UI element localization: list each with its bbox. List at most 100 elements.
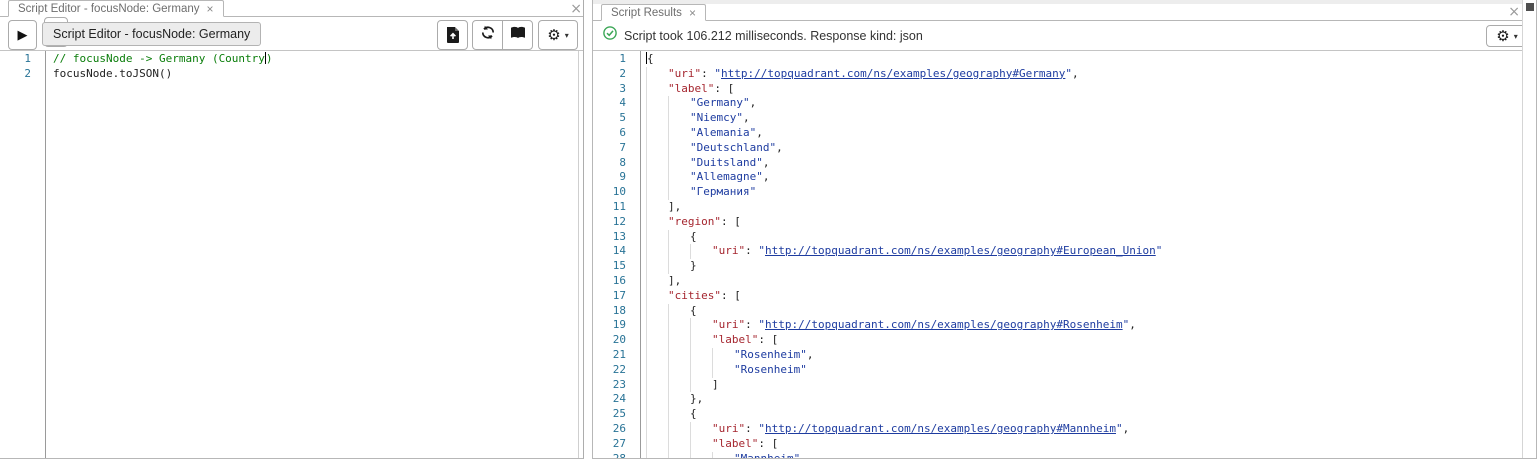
code-token: : [ <box>720 214 741 228</box>
code-line-content: "Германия" <box>641 185 1522 200</box>
line-number: 14 <box>612 244 626 258</box>
code-token: "Alemania" <box>690 125 757 139</box>
code-token: " <box>714 66 721 80</box>
code-line-content: "Allemagne", <box>641 170 1522 186</box>
code-line[interactable]: 19 "uri": "http://topquadrant.com/ns/exam… <box>593 318 1522 334</box>
code-line[interactable]: 16], <box>593 273 1522 289</box>
code-line-content: "uri": "http://topquadrant.com/ns/exampl… <box>641 318 1522 334</box>
indent-guides <box>646 333 712 348</box>
line-number: 24 <box>612 392 626 406</box>
code-token: "Rosenheim" <box>734 347 807 361</box>
code-line[interactable]: 1 // focusNode -> Germany (Country) <box>0 52 578 67</box>
line-number: 9 <box>619 170 626 184</box>
code-line[interactable]: 23] <box>593 377 1522 393</box>
line-number: 4 <box>619 96 626 110</box>
code-token: "label" <box>712 333 759 347</box>
check-circle-icon <box>603 26 617 45</box>
editor-scrollbar-track[interactable] <box>578 51 583 458</box>
code-line[interactable]: 12 "region": [ <box>593 214 1522 230</box>
chevron-down-icon: ▾ <box>1513 31 1518 41</box>
code-line[interactable]: 15} <box>593 259 1522 274</box>
code-line[interactable]: 3 "label": [ <box>593 81 1522 97</box>
code-line[interactable]: 9 "Allemagne", <box>593 170 1522 186</box>
code-line[interactable]: 2 focusNode.toJSON() <box>0 67 578 82</box>
run-script-button[interactable]: ▶ <box>8 20 37 50</box>
tab-script-editor[interactable]: Script Editor - focusNode: Germany × <box>8 0 224 17</box>
indent-guides <box>646 392 690 408</box>
indent-guides <box>646 214 668 230</box>
settings-dropdown-button[interactable]: ⚙ ▾ <box>538 20 578 50</box>
json-results-viewer[interactable]: 1{2 "uri": "http://topquadrant.com/ns/exa… <box>593 51 1522 458</box>
indent-guides <box>646 81 668 97</box>
code-token: // focusNode -> Germany (Country <box>53 52 265 65</box>
code-line[interactable]: 4 "Germany", <box>593 96 1522 112</box>
line-number: 7 <box>619 140 626 154</box>
code-line[interactable]: 17 "cities": [ <box>593 288 1522 304</box>
code-token: , <box>1129 318 1136 332</box>
indent-guides <box>646 140 690 156</box>
code-line[interactable]: 1{ <box>593 52 1522 67</box>
code-line[interactable]: 22 "Rosenheim" <box>593 362 1522 378</box>
indent-guides <box>646 273 668 289</box>
right-pane-close-icon[interactable]: × <box>1508 5 1520 19</box>
code-token: , <box>806 347 814 361</box>
code-token: "uri" <box>668 66 702 80</box>
line-number: 1 <box>619 52 626 65</box>
tab-close-icon[interactable]: × <box>207 3 214 15</box>
code-line[interactable]: 24}, <box>593 392 1522 408</box>
code-line[interactable]: 2 "uri": "http://topquadrant.com/ns/examp… <box>593 66 1522 82</box>
code-line[interactable]: 25 { <box>593 407 1522 422</box>
code-line[interactable]: 5 "Niemcy", <box>593 111 1522 126</box>
code-line-content: "label": [ <box>641 333 1522 348</box>
indent-guides <box>646 111 690 126</box>
code-token: "Deutschland" <box>690 140 777 154</box>
results-scrollbar-track[interactable] <box>1522 0 1536 458</box>
indent-guides <box>646 66 668 82</box>
code-line[interactable]: 20 "label": [ <box>593 333 1522 348</box>
play-icon: ▶ <box>17 27 28 43</box>
code-line[interactable]: 6 "Alemania", <box>593 125 1522 141</box>
code-line-content: { <box>641 303 1522 319</box>
left-pane-close-icon[interactable]: × <box>570 2 582 16</box>
code-line[interactable]: 27 "label": [ <box>593 436 1522 452</box>
code-line[interactable]: 7 "Deutschland", <box>593 140 1522 156</box>
refresh-button[interactable] <box>473 21 502 49</box>
indent-guides <box>646 185 690 200</box>
code-token: " <box>1065 66 1072 80</box>
code-token: ] <box>712 377 719 391</box>
results-scrollbar-thumb[interactable] <box>1526 3 1534 11</box>
code-token: "uri" <box>712 421 746 435</box>
line-number-gutter <box>0 51 46 458</box>
code-line[interactable]: 18 { <box>593 303 1522 319</box>
code-line-content: ], <box>641 273 1522 289</box>
code-line[interactable]: 11], <box>593 199 1522 215</box>
code-line[interactable]: 8 "Duitsland", <box>593 155 1522 171</box>
line-number: 18 <box>612 303 626 317</box>
script-editor-toolbar: ▶ Script Editor - focusNode: Germany ⚙ ▾ <box>0 17 583 51</box>
tab-close-icon[interactable]: × <box>689 7 696 19</box>
json-uri-link[interactable]: http://topquadrant.com/ns/examples/geogr… <box>721 67 1065 80</box>
code-line[interactable]: 13 { <box>593 229 1522 245</box>
tab-script-results[interactable]: Script Results × <box>601 4 706 21</box>
indent-guides <box>646 451 734 458</box>
code-line[interactable]: 14 "uri": "http://topquadrant.com/ns/exam… <box>593 244 1522 260</box>
documentation-button[interactable] <box>502 21 532 49</box>
new-file-button[interactable] <box>437 20 468 50</box>
code-line[interactable]: 21 "Rosenheim", <box>593 347 1522 363</box>
code-line-content: "Duitsland", <box>641 155 1522 171</box>
json-uri-link[interactable]: http://topquadrant.com/ns/examples/geogr… <box>765 422 1116 435</box>
code-line[interactable]: 28"Mannheim", <box>593 451 1522 458</box>
code-token: : <box>745 421 759 435</box>
code-token: "label" <box>668 81 715 95</box>
json-uri-link[interactable]: http://topquadrant.com/ns/examples/geogr… <box>765 318 1123 331</box>
code-line[interactable]: 26 "uri": "http://topquadrant.com/ns/exam… <box>593 421 1522 437</box>
code-line-content: "Rosenheim", <box>641 347 1522 363</box>
code-line-content: "Rosenheim" <box>641 362 1522 378</box>
code-line[interactable]: 10 "Германия" <box>593 185 1522 200</box>
line-number: 22 <box>612 362 626 376</box>
code-token: , <box>756 125 763 139</box>
code-token: , <box>776 140 783 154</box>
json-uri-link[interactable]: http://topquadrant.com/ns/examples/geogr… <box>765 244 1156 257</box>
code-token: " <box>758 244 765 258</box>
script-code-editor[interactable]: 1 // focusNode -> Germany (Country) 2 focus… <box>0 51 578 458</box>
